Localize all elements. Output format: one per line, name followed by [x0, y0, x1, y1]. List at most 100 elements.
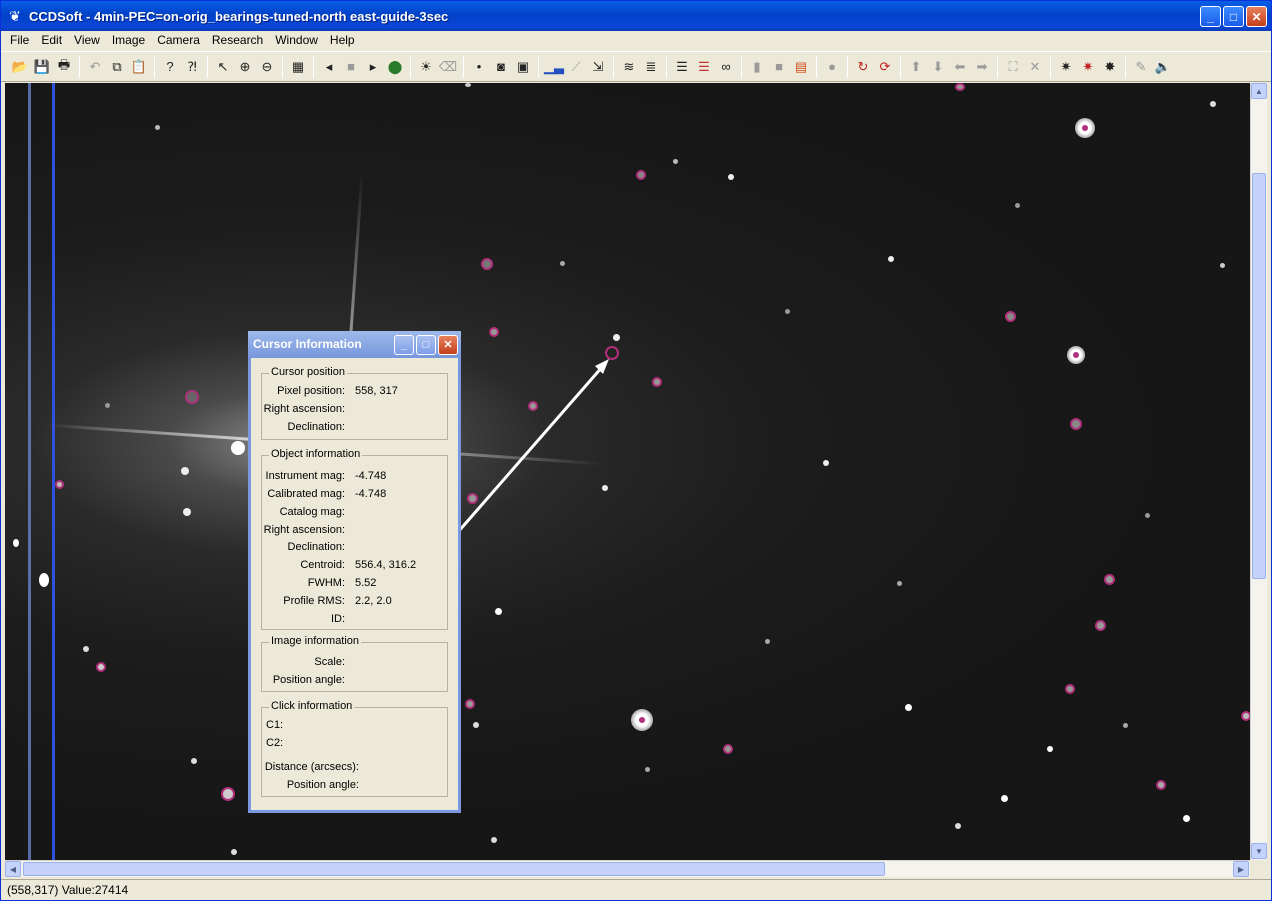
instrument-mag-row: Instrument mag: -4.748: [262, 467, 447, 485]
spectrum-icon[interactable]: ▤: [790, 56, 812, 78]
click-information-group: Click information C1: C2: Distance (arcs…: [261, 700, 448, 797]
graph-icon[interactable]: ⇲: [587, 56, 609, 78]
profile-rms-value: 2.2, 2.0: [355, 595, 392, 607]
maximize-button[interactable]: □: [1223, 6, 1244, 27]
minimize-button[interactable]: _: [1200, 6, 1221, 27]
catalog-mag-row: Catalog mag:: [262, 503, 447, 521]
scroll-left-button[interactable]: ◀: [5, 861, 21, 877]
undo-icon[interactable]: ↶: [84, 56, 106, 78]
starfield-icon[interactable]: ✷: [1055, 56, 1077, 78]
stop-icon[interactable]: ■: [340, 56, 362, 78]
previous-icon[interactable]: ◂: [318, 56, 340, 78]
toolbar: 📂 💾 🖶 ↶ ⧉ 📋 ? ⁈ ↖ ⊕ ⊖ ▦ ◂ ■ ▸ ⬤ ☀ ⌫ • ◙ …: [1, 51, 1271, 82]
speaker-icon[interactable]: 🔈: [1152, 56, 1174, 78]
scroll-up-button[interactable]: ▲: [1251, 83, 1267, 99]
field-label: Position angle:: [286, 779, 359, 791]
scroll-down-button[interactable]: ▼: [1251, 843, 1267, 859]
menu-view[interactable]: View: [68, 31, 106, 50]
starfield-red-icon[interactable]: ✷: [1077, 56, 1099, 78]
object-information-group: Object information Instrument mag: -4.74…: [261, 448, 448, 630]
field-label: ID:: [330, 613, 345, 625]
dec-row: Declination:: [262, 418, 447, 436]
bar-icon[interactable]: ▮: [746, 56, 768, 78]
dialog-maximize-button[interactable]: □: [416, 335, 436, 355]
layers-icon[interactable]: ☰: [671, 56, 693, 78]
menu-help[interactable]: Help: [324, 31, 361, 50]
copy-icon[interactable]: ⧉: [106, 56, 128, 78]
stack-alt-icon[interactable]: ≣: [640, 56, 662, 78]
menu-window[interactable]: Window: [269, 31, 324, 50]
profile-rms-row: Profile RMS: 2.2, 2.0: [262, 592, 447, 610]
close-button[interactable]: ✕: [1246, 6, 1267, 27]
star-small-icon[interactable]: •: [468, 56, 490, 78]
rotate-multi-icon[interactable]: ⟳: [874, 56, 896, 78]
horizontal-scrollbar[interactable]: ◀ ▶: [5, 860, 1250, 877]
field-label: Scale:: [314, 656, 345, 668]
gray-square-icon[interactable]: ■: [768, 56, 790, 78]
star-invert-icon[interactable]: ◙: [490, 56, 512, 78]
tile-icon[interactable]: ▦: [287, 56, 309, 78]
status-bar: (558,317) Value:27414: [1, 879, 1271, 900]
dialog-title-bar[interactable]: Cursor Information _ □ ✕: [248, 331, 461, 358]
eraser-icon[interactable]: ⌫: [437, 56, 459, 78]
group-heading: Object information: [269, 448, 363, 460]
group-heading: Image information: [269, 635, 362, 647]
expand-icon[interactable]: ⛶: [1002, 56, 1024, 78]
toolbar-separator: [410, 55, 411, 78]
histogram-icon[interactable]: ▁▃: [543, 56, 565, 78]
filter-icon[interactable]: ⬤: [384, 56, 406, 78]
horizontal-scroll-thumb[interactable]: [23, 862, 885, 876]
toolbar-separator: [666, 55, 667, 78]
toolbar-separator: [207, 55, 208, 78]
arrow-up-icon[interactable]: ⬆: [905, 56, 927, 78]
circle-icon[interactable]: ●: [821, 56, 843, 78]
paste-icon[interactable]: 📋: [128, 56, 150, 78]
link-icon[interactable]: ∞: [715, 56, 737, 78]
field-label: Right ascension:: [263, 524, 345, 536]
toolbar-separator: [1050, 55, 1051, 78]
menu-edit[interactable]: Edit: [35, 31, 68, 50]
rotate-icon[interactable]: ↻: [852, 56, 874, 78]
field-label: Centroid:: [300, 559, 345, 571]
stack-icon[interactable]: ≋: [618, 56, 640, 78]
dialog-minimize-button[interactable]: _: [394, 335, 414, 355]
starfield-box-icon[interactable]: ✸: [1099, 56, 1121, 78]
context-help-icon[interactable]: ⁈: [181, 56, 203, 78]
menu-file[interactable]: File: [4, 31, 35, 50]
print-icon[interactable]: 🖶: [53, 56, 75, 78]
title-bar[interactable]: ❦ CCDSoft - 4min-PEC=on-orig_bearings-tu…: [1, 1, 1271, 31]
vertical-scroll-thumb[interactable]: [1252, 173, 1266, 579]
field-label: Distance (arcsecs):: [264, 761, 359, 773]
vertical-scrollbar[interactable]: ▲ ▼: [1250, 83, 1267, 860]
curve-icon[interactable]: ⟋: [565, 56, 587, 78]
menu-research[interactable]: Research: [206, 31, 269, 50]
field-label: Calibrated mag:: [267, 488, 345, 500]
arrow-right-icon[interactable]: ➡: [971, 56, 993, 78]
zoom-out-icon[interactable]: ⊖: [256, 56, 278, 78]
zoom-in-icon[interactable]: ⊕: [234, 56, 256, 78]
menu-image[interactable]: Image: [106, 31, 151, 50]
help-icon[interactable]: ?: [159, 56, 181, 78]
ccdsoft-app-icon: ❦: [9, 8, 21, 24]
open-folder-icon[interactable]: 📂: [9, 56, 31, 78]
dialog-close-button[interactable]: ✕: [438, 335, 458, 355]
image-canvas[interactable]: [5, 83, 1250, 860]
menu-camera[interactable]: Camera: [151, 31, 206, 50]
star-box-icon[interactable]: ▣: [512, 56, 534, 78]
image-position-angle-row: Position angle:: [262, 671, 447, 689]
collapse-icon[interactable]: ✕: [1024, 56, 1046, 78]
arrow-down-icon[interactable]: ⬇: [927, 56, 949, 78]
id-row: ID:: [262, 610, 447, 628]
toolbar-separator: [313, 55, 314, 78]
pencil-icon[interactable]: ✎: [1130, 56, 1152, 78]
scroll-right-button[interactable]: ▶: [1233, 861, 1249, 877]
save-icon[interactable]: 💾: [31, 56, 53, 78]
pointer-icon[interactable]: ↖: [212, 56, 234, 78]
brightness-icon[interactable]: ☀: [415, 56, 437, 78]
next-icon[interactable]: ▸: [362, 56, 384, 78]
color-layers-icon[interactable]: ☰: [693, 56, 715, 78]
toolbar-separator: [1125, 55, 1126, 78]
arrow-left-icon[interactable]: ⬅: [949, 56, 971, 78]
fwhm-row: FWHM: 5.52: [262, 574, 447, 592]
field-label: Catalog mag:: [279, 506, 345, 518]
